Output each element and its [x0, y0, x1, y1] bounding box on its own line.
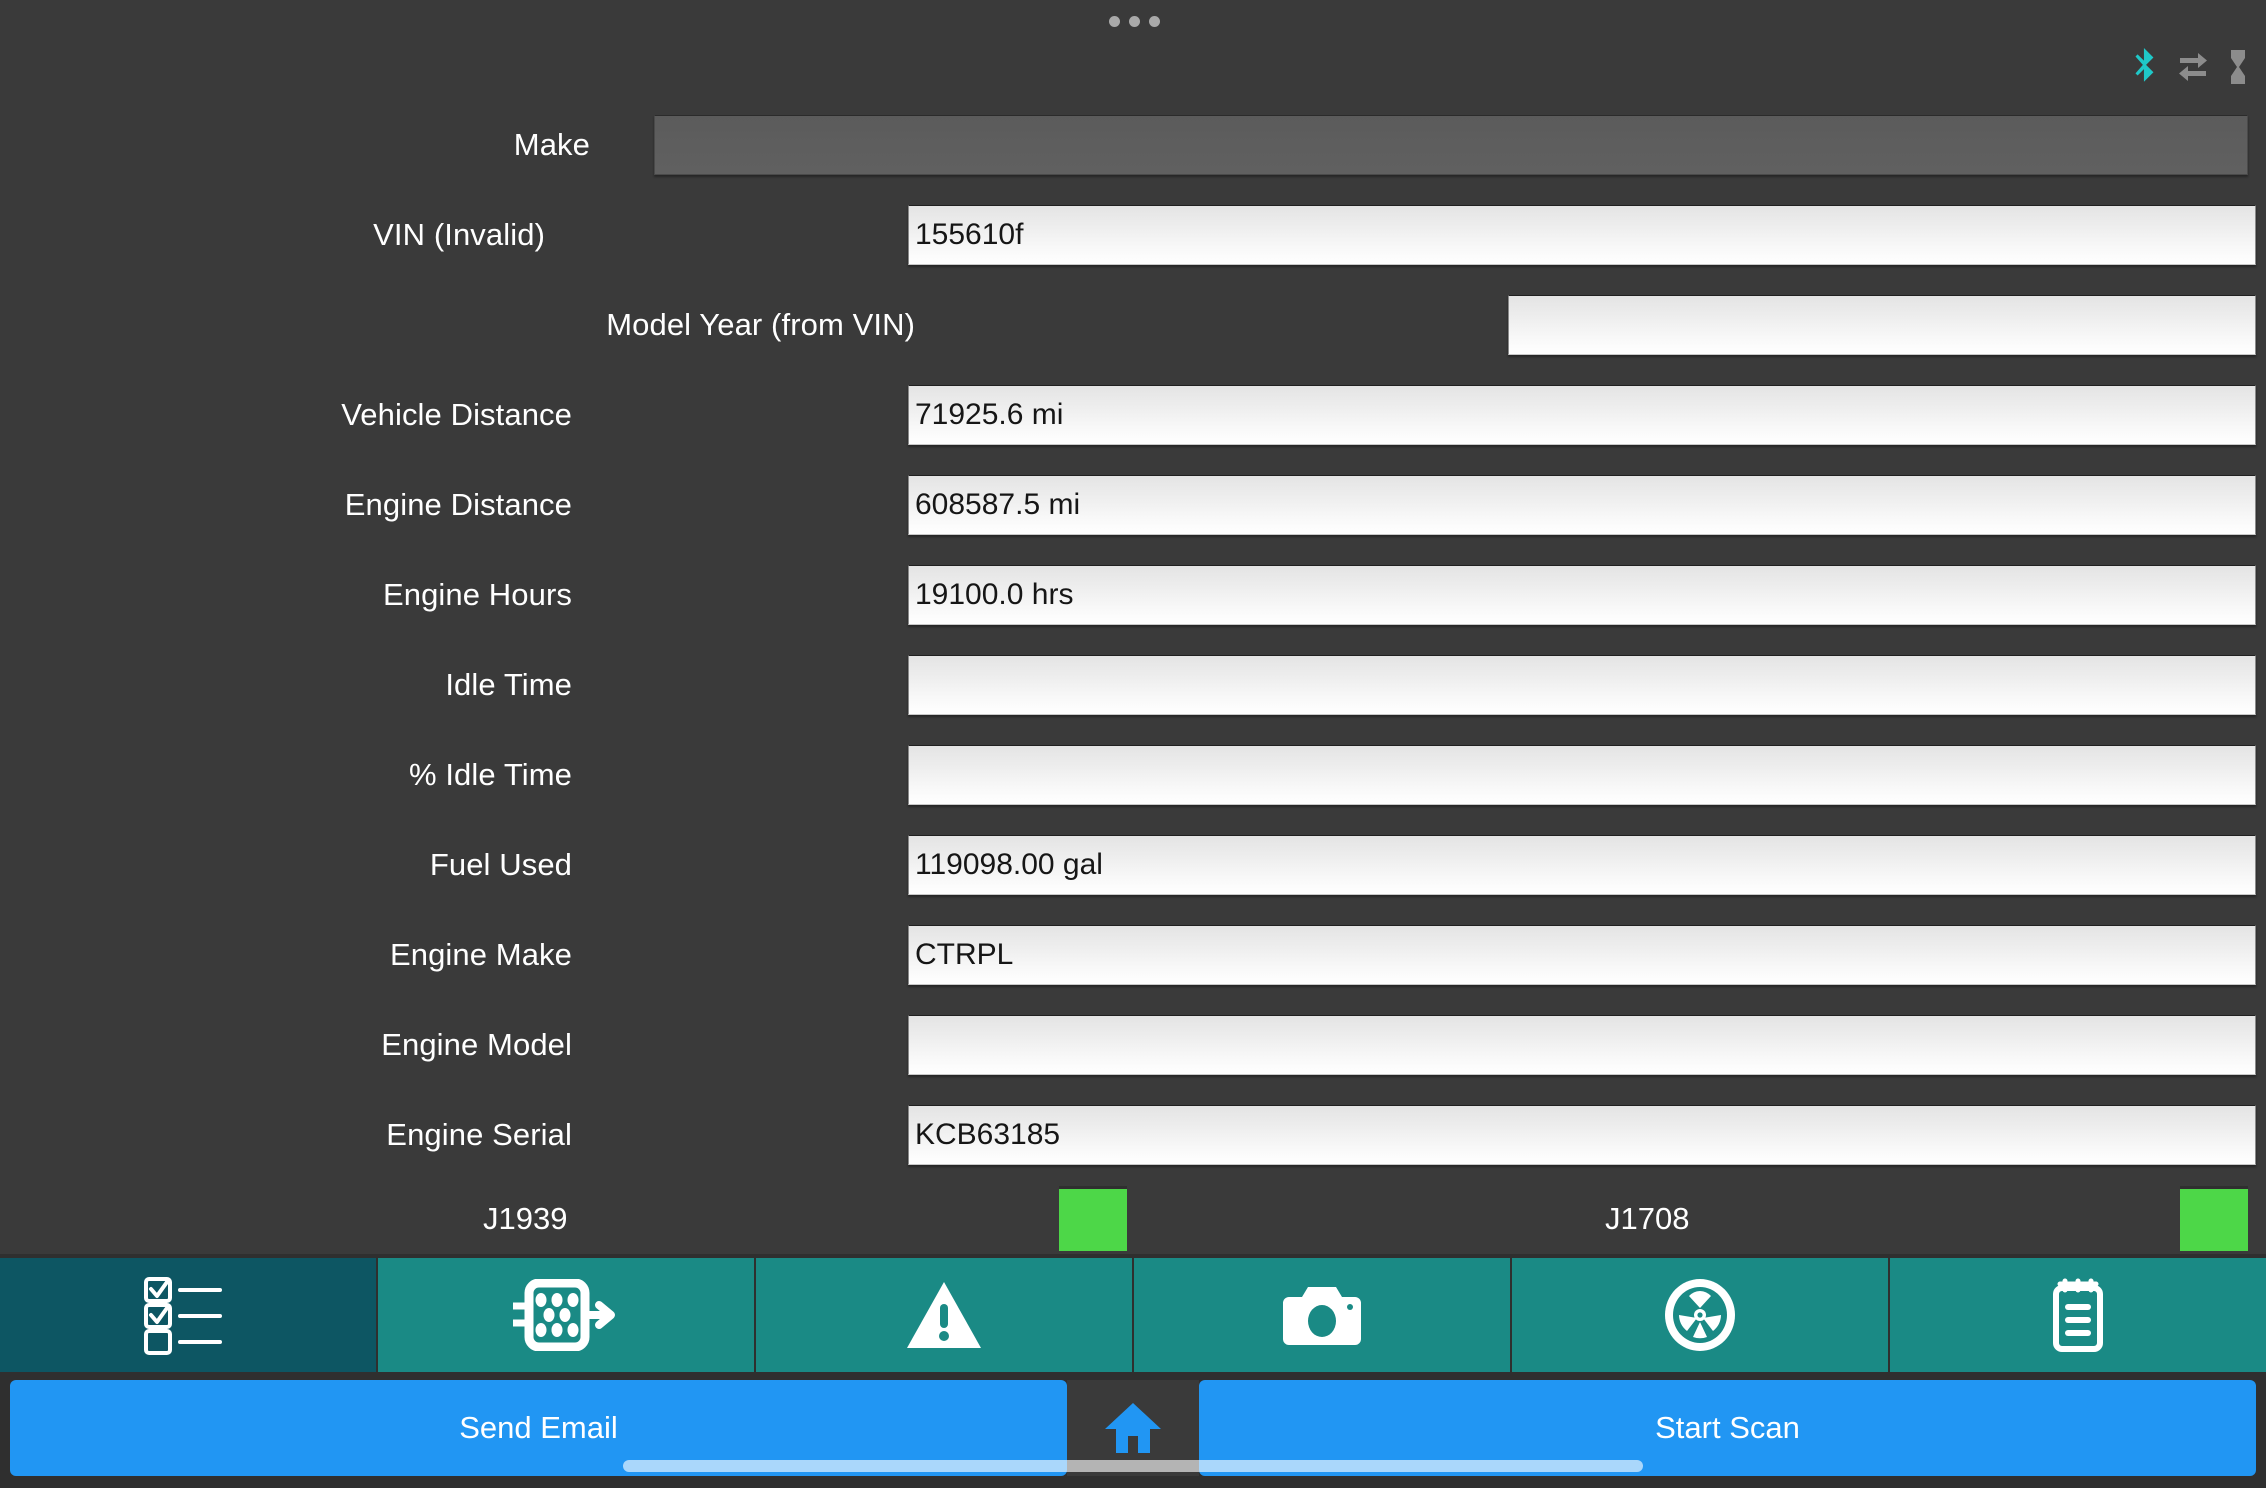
label-vehicle-distance: Vehicle Distance	[341, 397, 572, 432]
input-engine-serial[interactable]: KCB63185	[908, 1105, 2256, 1165]
overflow-dot	[1149, 16, 1160, 27]
field-row-model-year: Model Year (from VIN)	[0, 280, 2266, 370]
camera-icon	[1281, 1281, 1363, 1349]
field-row-percent-idle-time: % Idle Time	[0, 730, 2266, 820]
label-vin: VIN (Invalid)	[373, 217, 545, 252]
input-fuel-used[interactable]: 119098.00 gal	[908, 835, 2256, 895]
tab-warning[interactable]	[756, 1258, 1134, 1372]
input-model-year[interactable]	[1508, 295, 2256, 355]
field-row-engine-serial: Engine Serial KCB63185	[0, 1090, 2266, 1180]
field-row-vehicle-distance: Vehicle Distance 71925.6 mi	[0, 370, 2266, 460]
tab-checklist[interactable]	[0, 1258, 378, 1372]
start-scan-button[interactable]: Start Scan	[1199, 1380, 2256, 1476]
battery-icon	[2228, 50, 2248, 84]
field-row-idle-time: Idle Time	[0, 640, 2266, 730]
overflow-menu-button[interactable]	[1109, 16, 1160, 27]
label-engine-serial: Engine Serial	[386, 1117, 572, 1152]
label-fuel-used: Fuel Used	[429, 847, 572, 882]
wheel-icon	[1663, 1277, 1737, 1353]
field-row-make: Make	[0, 100, 2266, 190]
input-engine-model[interactable]	[908, 1015, 2256, 1075]
label-idle-time: Idle Time	[445, 667, 572, 702]
connector-icon	[511, 1279, 621, 1351]
warning-icon	[905, 1280, 983, 1350]
label-make: Make	[513, 127, 590, 162]
field-row-engine-model: Engine Model	[0, 1000, 2266, 1090]
tab-notepad[interactable]	[1890, 1258, 2266, 1372]
bottom-action-bar: Send Email Start Scan	[0, 1372, 2266, 1488]
label-percent-idle-time: % Idle Time	[408, 757, 572, 792]
field-row-fuel-used: Fuel Used 119098.00 gal	[0, 820, 2266, 910]
input-make[interactable]	[654, 115, 2248, 175]
tab-connector[interactable]	[378, 1258, 756, 1372]
input-idle-time[interactable]	[908, 655, 2256, 715]
tab-bar	[0, 1254, 2266, 1372]
input-engine-hours[interactable]: 19100.0 hrs	[908, 565, 2256, 625]
input-vehicle-distance[interactable]: 71925.6 mi	[908, 385, 2256, 445]
notepad-icon	[2047, 1278, 2109, 1352]
data-transfer-icon	[2178, 52, 2208, 82]
status-bar	[0, 0, 2266, 100]
vehicle-info-form: Make VIN (Invalid) 155610f Model Year (f…	[0, 100, 2266, 1254]
field-row-engine-distance: Engine Distance 608587.5 mi	[0, 460, 2266, 550]
field-row-engine-hours: Engine Hours 19100.0 hrs	[0, 550, 2266, 640]
label-engine-make: Engine Make	[389, 937, 572, 972]
label-engine-distance: Engine Distance	[344, 487, 572, 522]
overflow-dot	[1129, 16, 1140, 27]
input-percent-idle-time[interactable]	[908, 745, 2256, 805]
field-row-vin: VIN (Invalid) 155610f	[0, 190, 2266, 280]
status-indicator-j1708	[2180, 1186, 2248, 1251]
protocol-status-row: J1939 J1708	[0, 1180, 2266, 1254]
checklist-icon	[142, 1275, 234, 1355]
app-root: Make VIN (Invalid) 155610f Model Year (f…	[0, 0, 2266, 1488]
label-engine-hours: Engine Hours	[382, 577, 572, 612]
tab-wheel[interactable]	[1512, 1258, 1890, 1372]
label-engine-model: Engine Model	[381, 1027, 572, 1062]
home-button[interactable]	[1067, 1380, 1199, 1476]
status-indicator-j1939	[1059, 1186, 1127, 1251]
field-row-engine-make: Engine Make CTRPL	[0, 910, 2266, 1000]
label-j1939: J1939	[483, 1201, 568, 1236]
label-model-year: Model Year (from VIN)	[606, 307, 915, 342]
input-vin[interactable]: 155610f	[908, 205, 2256, 265]
tab-camera[interactable]	[1134, 1258, 1512, 1372]
overflow-dot	[1109, 16, 1120, 27]
input-engine-make[interactable]: CTRPL	[908, 925, 2256, 985]
bluetooth-icon	[2132, 48, 2158, 86]
input-engine-distance[interactable]: 608587.5 mi	[908, 475, 2256, 535]
status-icon-tray	[2132, 48, 2248, 86]
send-email-button[interactable]: Send Email	[10, 1380, 1067, 1476]
home-icon	[1104, 1401, 1162, 1455]
label-j1708: J1708	[1605, 1201, 1690, 1236]
